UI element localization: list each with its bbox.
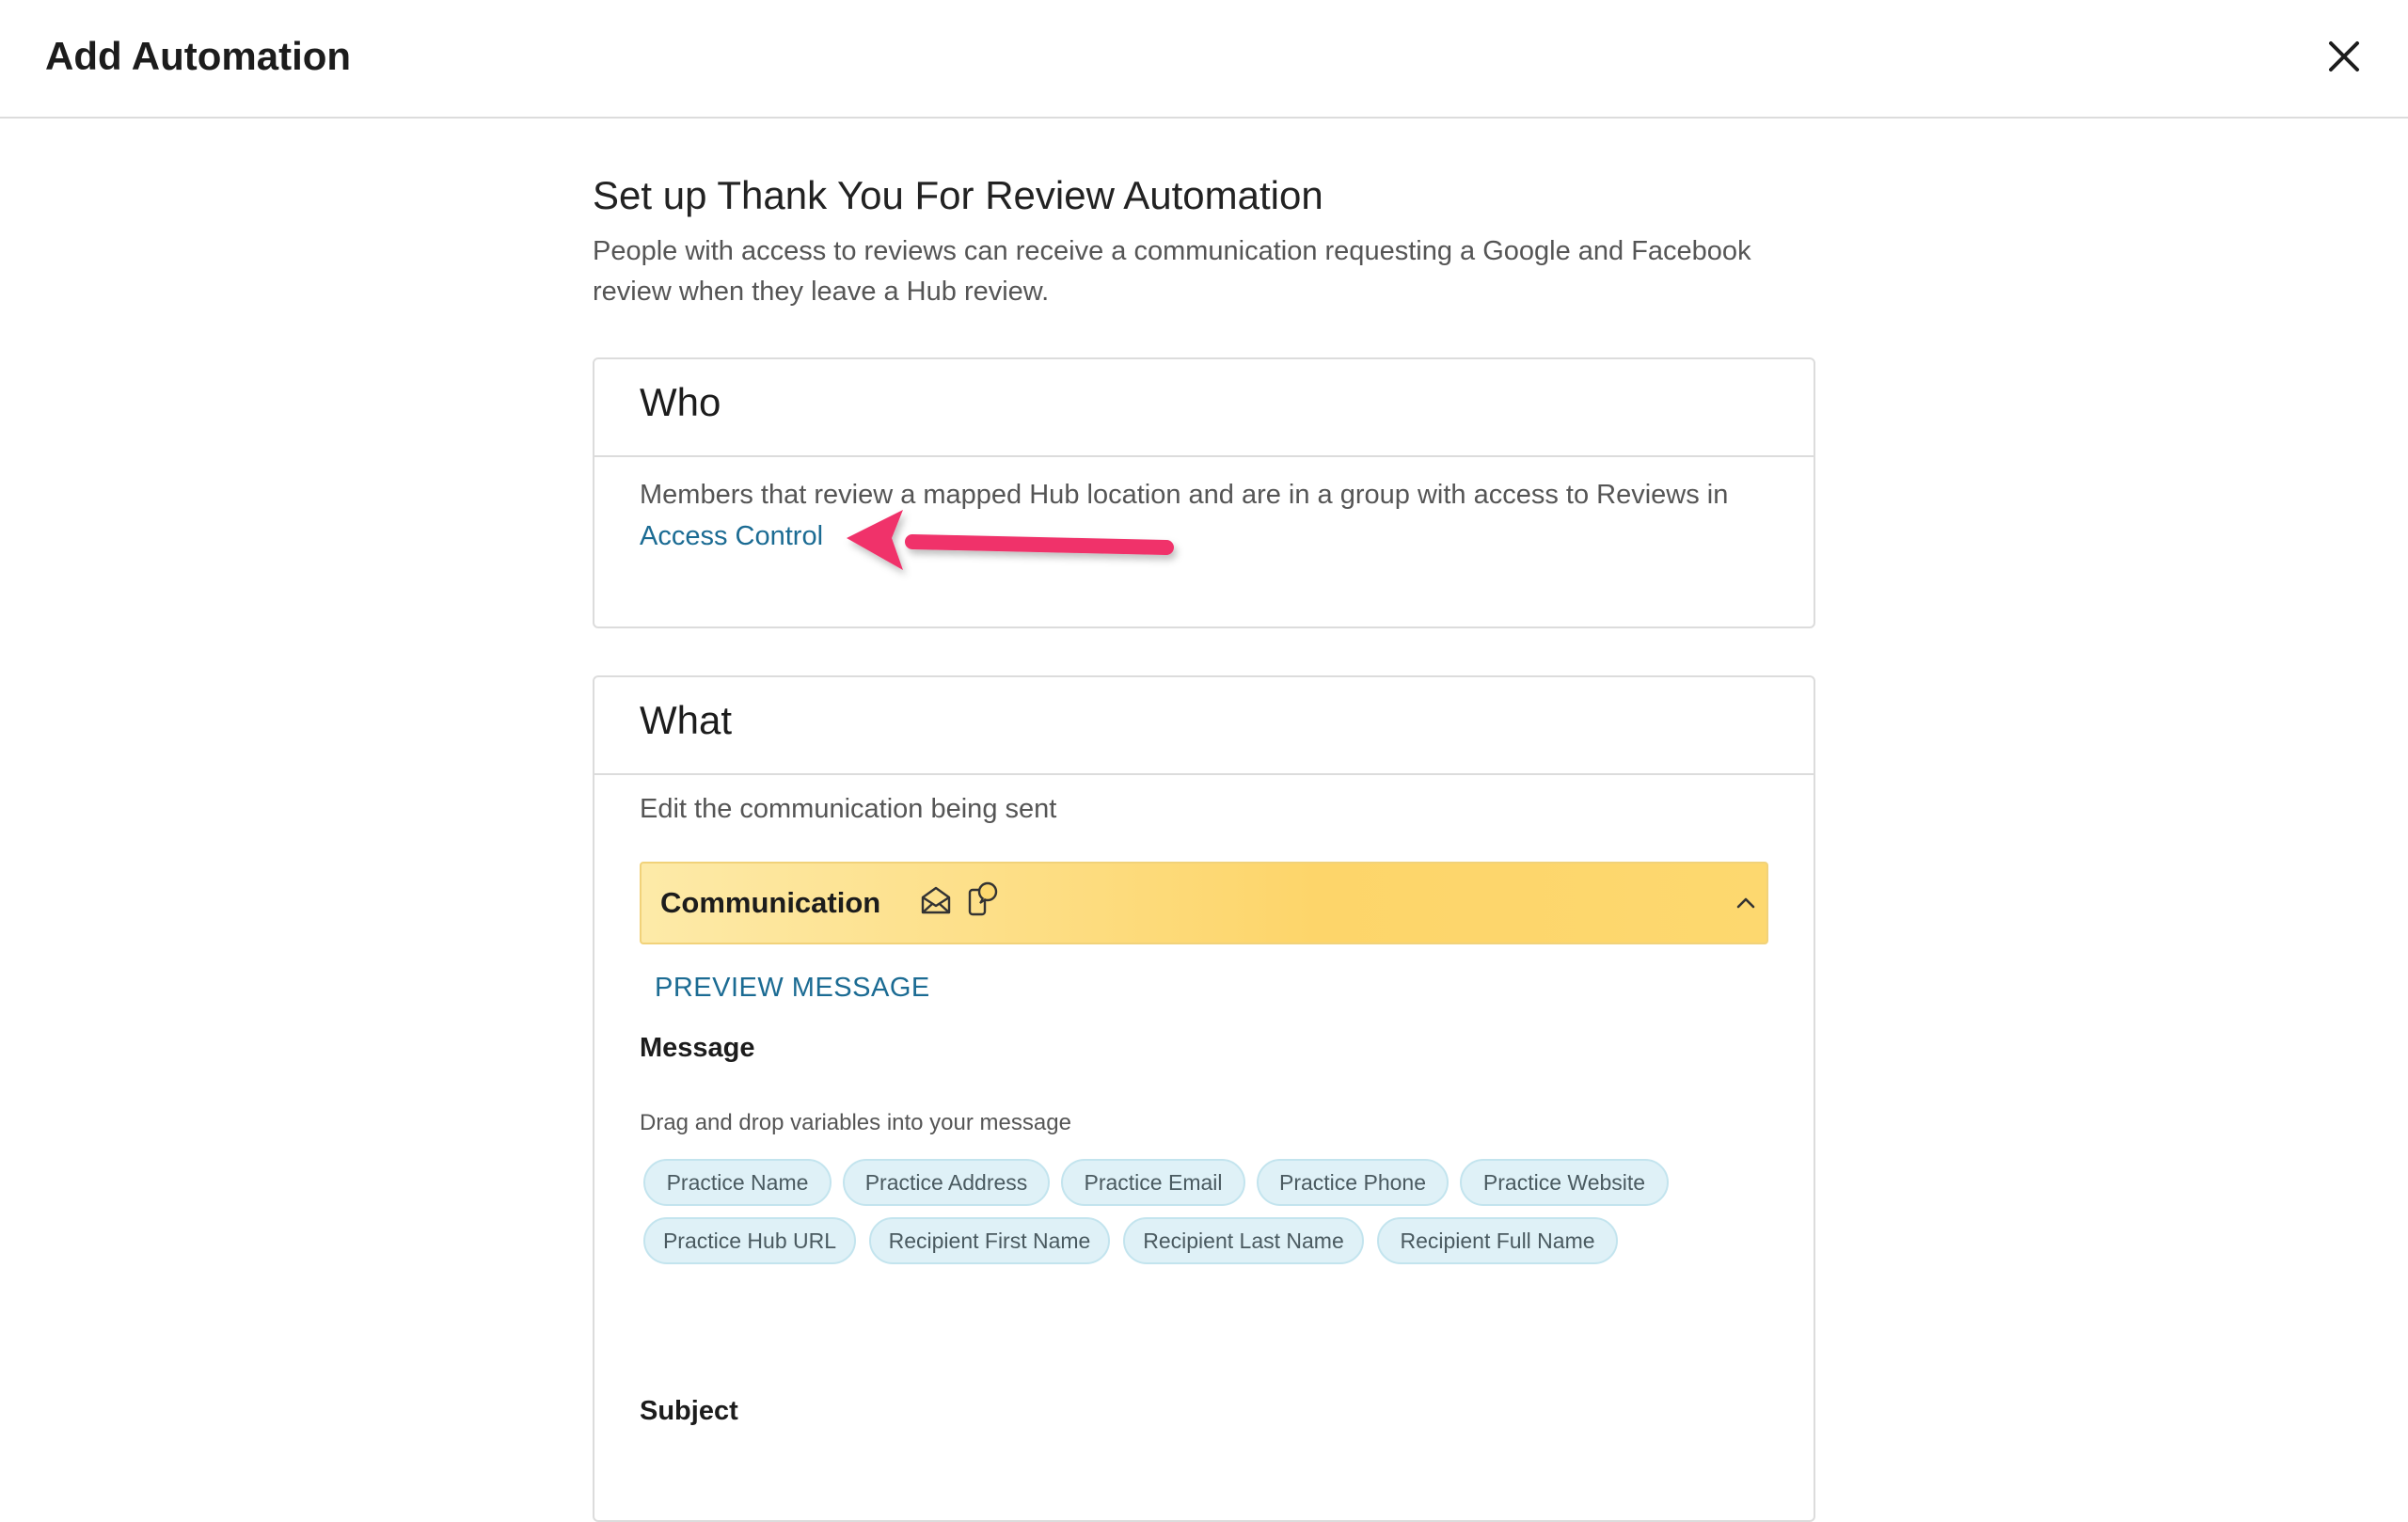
page-description: People with access to reviews can receiv… [593, 236, 1751, 307]
what-subtitle: Edit the communication being sent [640, 794, 1057, 824]
annotation-arrow-icon [847, 510, 1174, 570]
modal-title: Add Automation [45, 34, 352, 78]
what-card-title: What [594, 677, 1814, 775]
variable-chip[interactable]: Recipient First Name [869, 1217, 1110, 1264]
close-button[interactable] [2323, 36, 2365, 77]
what-card: What Edit the communication being sent C… [593, 675, 1815, 1522]
who-description: Members that review a mapped Hub locatio… [640, 474, 1768, 557]
who-text: Members that review a mapped Hub locatio… [640, 480, 1729, 510]
modal-header: Add Automation [0, 0, 2408, 119]
communication-title: Communication [660, 886, 881, 919]
variable-chip[interactable]: Practice Hub URL [643, 1217, 856, 1264]
phone-chat-icon [968, 881, 998, 916]
close-icon [2329, 41, 2359, 71]
chevron-up-icon[interactable] [1735, 894, 1757, 912]
access-control-link[interactable]: Access Control [640, 521, 823, 551]
preview-message-button[interactable]: PREVIEW MESSAGE [655, 973, 930, 1004]
variable-chip[interactable]: Practice Website [1460, 1159, 1669, 1206]
variable-chip[interactable]: Practice Email [1061, 1159, 1245, 1206]
message-label: Message [640, 1033, 755, 1063]
subject-label: Subject [640, 1396, 738, 1426]
envelope-icon [921, 886, 951, 914]
communication-accordion[interactable]: Communication [640, 862, 1768, 944]
variable-chip[interactable]: Recipient Last Name [1123, 1217, 1364, 1264]
page-heading: Set up Thank You For Review Automation [593, 173, 1323, 217]
variable-chip[interactable]: Practice Address [843, 1159, 1050, 1206]
variable-chip[interactable]: Practice Name [643, 1159, 832, 1206]
add-automation-modal: Add Automation Set up Thank You For Revi… [0, 0, 2408, 1522]
variable-chip[interactable]: Practice Phone [1257, 1159, 1449, 1206]
variable-chip[interactable]: Recipient Full Name [1377, 1217, 1618, 1264]
who-card: Who Members that review a mapped Hub loc… [593, 357, 1815, 628]
who-card-title: Who [594, 359, 1814, 457]
drag-hint: Drag and drop variables into your messag… [640, 1110, 1071, 1135]
